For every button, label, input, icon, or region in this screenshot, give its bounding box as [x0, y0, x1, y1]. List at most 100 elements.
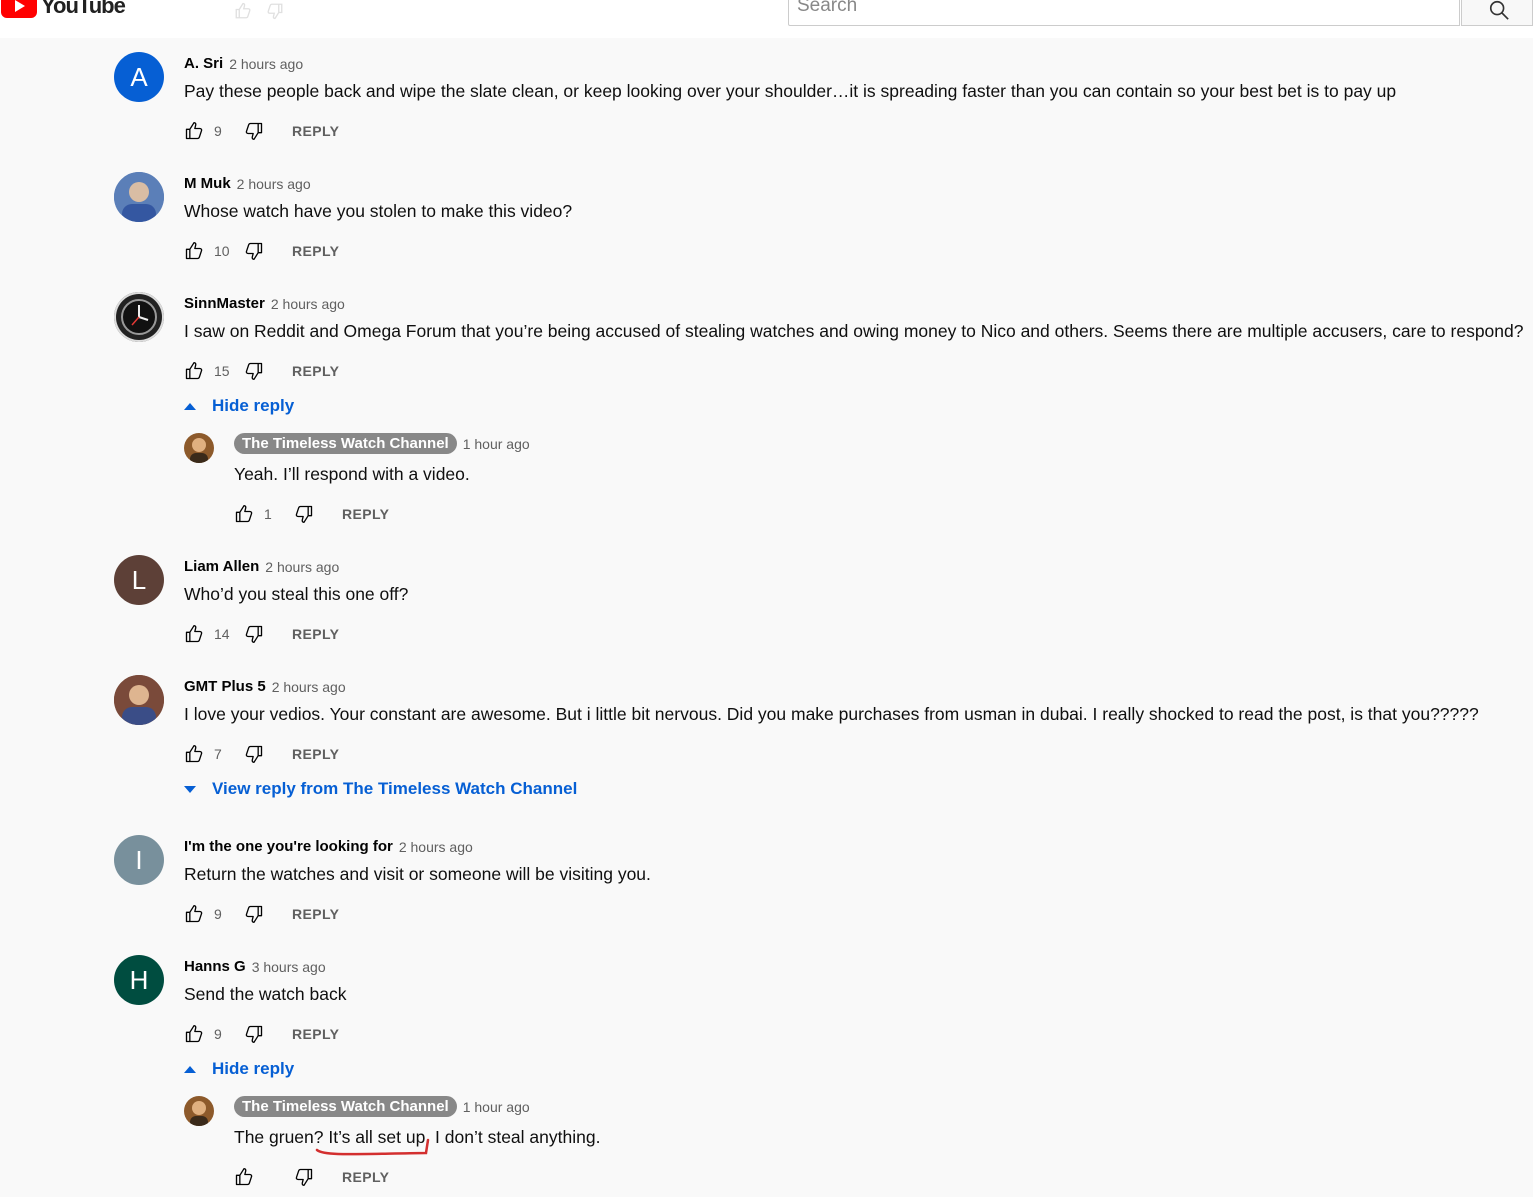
comment-time[interactable]: 2 hours ago	[399, 839, 473, 855]
like-count: 9	[214, 1026, 222, 1042]
avatar[interactable]: I	[114, 835, 164, 885]
comment-text: Who’d you steal this one off?	[184, 584, 409, 604]
comment-actions: 9 REPLY	[184, 1022, 339, 1046]
logo-text: YouTube	[41, 0, 126, 18]
reply-avatar[interactable]	[184, 1096, 214, 1126]
like-icon[interactable]	[234, 1167, 254, 1187]
youtube-logo[interactable]: YouTube	[0, 0, 126, 20]
reply-button[interactable]: REPLY	[342, 1169, 389, 1185]
faded-actions	[234, 2, 284, 20]
like-icon[interactable]	[234, 504, 254, 524]
comment-header: GMT Plus 5 2 hours ago	[184, 678, 346, 695]
reply-time[interactable]: 1 hour ago	[463, 436, 530, 452]
reply-button[interactable]: REPLY	[292, 626, 339, 642]
comment-actions: REPLY	[234, 1165, 389, 1189]
avatar[interactable]: L	[114, 555, 164, 605]
toggle-label: Hide reply	[212, 1059, 295, 1078]
caret-up-icon	[184, 1065, 196, 1073]
reply-button[interactable]: REPLY	[292, 123, 339, 139]
like-icon[interactable]	[184, 744, 204, 764]
avatar[interactable]: H	[114, 955, 164, 1005]
comment-time[interactable]: 2 hours ago	[265, 559, 339, 575]
reply-time[interactable]: 1 hour ago	[463, 1099, 530, 1115]
comment-header: M Muk 2 hours ago	[184, 175, 311, 192]
author-name[interactable]: I'm the one you're looking for	[184, 838, 393, 855]
view-replies-toggle[interactable]: View reply from The Timeless Watch Chann…	[184, 779, 577, 799]
author-name[interactable]: Hanns G	[184, 958, 246, 975]
toggle-label: View reply from The Timeless Watch Chann…	[212, 779, 578, 798]
comment-actions: 14 REPLY	[184, 622, 339, 646]
comment-text: Send the watch back	[184, 984, 347, 1004]
dislike-icon[interactable]	[244, 624, 264, 644]
like-count: 9	[214, 906, 222, 922]
reply-button[interactable]: REPLY	[292, 243, 339, 259]
dislike-icon[interactable]	[244, 1024, 264, 1044]
hide-replies-toggle[interactable]: Hide reply	[184, 1059, 294, 1079]
dislike-icon[interactable]	[244, 744, 264, 764]
channel-owner-badge[interactable]: The Timeless Watch Channel	[234, 1096, 457, 1117]
dislike-icon[interactable]	[244, 904, 264, 924]
channel-owner-badge[interactable]: The Timeless Watch Channel	[234, 433, 457, 454]
avatar[interactable]	[114, 172, 164, 222]
reply-text: Yeah. I’ll respond with a video.	[234, 464, 470, 484]
dislike-icon[interactable]	[294, 504, 314, 524]
play-icon	[1, 0, 37, 18]
comment-actions: 9 REPLY	[184, 119, 339, 143]
toggle-label: Hide reply	[212, 396, 295, 415]
search-input[interactable]: Search	[788, 0, 1460, 26]
comment-actions: 1 REPLY	[234, 502, 389, 526]
reply-button[interactable]: REPLY	[292, 906, 339, 922]
reply-button[interactable]: REPLY	[292, 363, 339, 379]
like-icon	[235, 2, 251, 19]
comment-time[interactable]: 2 hours ago	[272, 679, 346, 695]
dislike-icon[interactable]	[244, 361, 264, 381]
like-count: 15	[214, 363, 230, 379]
comment-text: I saw on Reddit and Omega Forum that you…	[184, 321, 1524, 341]
top-bar: YouTube Search	[0, 0, 1533, 38]
dislike-icon[interactable]	[244, 241, 264, 261]
like-count: 1	[264, 506, 272, 522]
like-count: 9	[214, 123, 222, 139]
comment-actions: 9 REPLY	[184, 902, 339, 926]
dislike-icon	[267, 3, 283, 20]
reply-button[interactable]: REPLY	[292, 746, 339, 762]
comment-header: SinnMaster 2 hours ago	[184, 295, 345, 312]
comment-header: I'm the one you're looking for 2 hours ag…	[184, 838, 473, 855]
like-count: 10	[214, 243, 230, 259]
reply-button[interactable]: REPLY	[342, 506, 389, 522]
avatar[interactable]: A	[114, 52, 164, 102]
like-icon[interactable]	[184, 1024, 204, 1044]
author-name[interactable]: Liam Allen	[184, 558, 259, 575]
comment-text: Return the watches and visit or someone …	[184, 864, 651, 884]
reply-header: The Timeless Watch Channel 1 hour ago	[234, 1096, 530, 1117]
comment-time[interactable]: 2 hours ago	[237, 176, 311, 192]
author-name[interactable]: A. Sri	[184, 55, 223, 72]
like-icon[interactable]	[184, 241, 204, 261]
reply-avatar[interactable]	[184, 433, 214, 463]
author-name[interactable]: GMT Plus 5	[184, 678, 266, 695]
like-icon[interactable]	[184, 904, 204, 924]
dislike-icon[interactable]	[244, 121, 264, 141]
avatar[interactable]	[114, 292, 164, 342]
comment-time[interactable]: 2 hours ago	[229, 56, 303, 72]
dislike-icon[interactable]	[294, 1167, 314, 1187]
comment-time[interactable]: 2 hours ago	[271, 296, 345, 312]
comment-text: Pay these people back and wipe the slate…	[184, 81, 1397, 101]
like-count: 7	[214, 746, 222, 762]
author-name[interactable]: M Muk	[184, 175, 231, 192]
like-icon[interactable]	[184, 361, 204, 381]
search-button[interactable]	[1461, 0, 1533, 26]
like-count: 14	[214, 626, 230, 642]
comment-text: I love your vedios. Your constant are aw…	[184, 704, 1479, 724]
avatar[interactable]	[114, 675, 164, 725]
like-icon[interactable]	[184, 624, 204, 644]
comment-header: Hanns G 3 hours ago	[184, 958, 326, 975]
comment-time[interactable]: 3 hours ago	[252, 959, 326, 975]
author-name[interactable]: SinnMaster	[184, 295, 265, 312]
hide-replies-toggle[interactable]: Hide reply	[184, 396, 294, 416]
caret-down-icon	[184, 785, 196, 793]
reply-button[interactable]: REPLY	[292, 1026, 339, 1042]
comment-actions: 10 REPLY	[184, 239, 339, 263]
reply-header: The Timeless Watch Channel 1 hour ago	[234, 433, 530, 454]
like-icon[interactable]	[184, 121, 204, 141]
